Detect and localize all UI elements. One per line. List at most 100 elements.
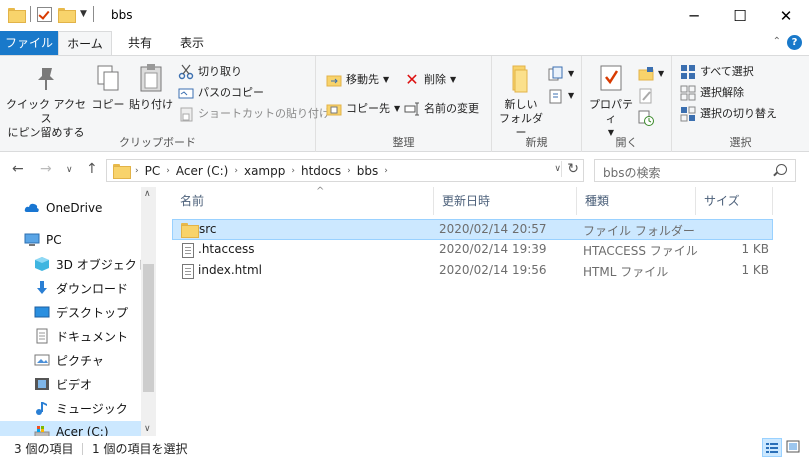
chevron-right-icon[interactable]: ›: [135, 166, 139, 176]
copy-path-label: パスのコピー: [198, 86, 264, 99]
tab-home[interactable]: ホーム: [58, 31, 112, 56]
history-icon: [638, 110, 654, 126]
folder-icon[interactable]: [8, 7, 26, 23]
tab-file[interactable]: ファイル: [0, 31, 58, 55]
paste-shortcut-button[interactable]: ショートカットの貼り付け: [178, 104, 330, 124]
cut-button[interactable]: 切り取り: [178, 62, 242, 82]
address-bar[interactable]: › PC › Acer (C:) › xampp › htdocs › bbs …: [106, 159, 584, 182]
collapse-ribbon-icon[interactable]: ⌃: [773, 36, 781, 47]
column-header-size[interactable]: サイズ: [696, 187, 773, 215]
column-header-name[interactable]: 名前 ^: [172, 186, 434, 215]
easy-access-button[interactable]: ▼: [548, 86, 574, 106]
scroll-down-icon[interactable]: ∨: [144, 424, 151, 434]
tab-share[interactable]: 共有: [118, 31, 162, 55]
copy-path-icon: [178, 85, 194, 101]
chevron-right-icon[interactable]: ›: [166, 166, 170, 176]
file-list: 名前 ^ 更新日時 種類 サイズ src 2020/02/14 20:57 ファ…: [156, 186, 809, 436]
nav-item-pc[interactable]: PC: [24, 229, 62, 251]
breadcrumb-bbs[interactable]: bbs: [357, 164, 379, 178]
nav-scrollbar[interactable]: ∧ ∨: [141, 187, 156, 436]
file-modified: 2020/02/14 19:39: [439, 242, 547, 256]
easy-access-icon: [548, 88, 564, 104]
nav-item-music[interactable]: ミュージック: [34, 397, 128, 419]
chevron-right-icon[interactable]: ›: [291, 166, 295, 176]
address-dropdown-icon[interactable]: ∨: [554, 164, 561, 174]
nav-item-drive-c[interactable]: Acer (C:): [0, 421, 141, 436]
nav-item-3d-objects[interactable]: 3D オブジェクト: [34, 253, 149, 275]
copy-folder-icon: [326, 101, 342, 117]
column-header-label: 更新日時: [442, 194, 491, 208]
chevron-right-icon[interactable]: ›: [384, 166, 388, 176]
title-bar: ▼ bbs ─ ☐ ✕: [0, 0, 809, 31]
clipboard-group-label: クリップボード: [119, 136, 196, 149]
delete-button[interactable]: ✕ 削除 ▼: [404, 70, 456, 90]
copy-button[interactable]: コピー: [90, 62, 126, 112]
file-icon: [182, 264, 194, 279]
nav-item-label: ダウンロード: [56, 281, 129, 296]
nav-item-documents[interactable]: ドキュメント: [34, 325, 128, 347]
rename-icon: [404, 101, 420, 117]
breadcrumb-drive[interactable]: Acer (C:): [176, 164, 229, 178]
select-all-button[interactable]: すべて選択: [680, 62, 754, 82]
edit-button[interactable]: [638, 86, 654, 106]
copy-to-button[interactable]: コピー先 ▼: [326, 99, 400, 119]
maximize-button[interactable]: ☐: [717, 0, 763, 31]
close-button[interactable]: ✕: [763, 0, 809, 31]
large-icons-view-button[interactable]: [784, 438, 804, 457]
chevron-right-icon[interactable]: ›: [347, 166, 351, 176]
back-arrow-icon[interactable]: ←: [12, 161, 24, 177]
file-row-src[interactable]: src 2020/02/14 20:57 ファイル フォルダー: [172, 219, 773, 240]
invert-selection-button[interactable]: 選択の切り替え: [680, 104, 777, 124]
invert-selection-icon: [680, 106, 696, 122]
select-all-icon: [680, 64, 696, 80]
rename-button[interactable]: 名前の変更: [404, 99, 479, 119]
move-to-button[interactable]: 移動先 ▼: [326, 70, 389, 90]
properties-button[interactable]: プロパティ ▼: [584, 62, 638, 140]
column-header-modified[interactable]: 更新日時: [434, 187, 577, 215]
refresh-icon[interactable]: ↻: [561, 161, 579, 177]
nav-item-downloads[interactable]: ダウンロード: [34, 277, 128, 299]
chevron-right-icon[interactable]: ›: [234, 166, 238, 176]
scrollbar-thumb[interactable]: [143, 264, 154, 392]
properties-quick-icon[interactable]: [37, 6, 52, 22]
scroll-up-icon[interactable]: ∧: [144, 189, 151, 199]
paste-icon: [135, 62, 167, 94]
nav-item-label: ピクチャ: [56, 353, 104, 368]
nav-item-desktop[interactable]: デスクトップ: [34, 301, 128, 323]
open-button[interactable]: ▼: [638, 64, 664, 84]
cloud-icon: [24, 200, 40, 216]
breadcrumb-htdocs[interactable]: htdocs: [301, 164, 341, 178]
select-none-button[interactable]: 選択解除: [680, 83, 744, 103]
new-folder-quick-icon[interactable]: [58, 7, 76, 23]
new-folder-button[interactable]: 新しい フォルダー: [496, 62, 546, 140]
details-view-button[interactable]: [762, 438, 782, 457]
nav-item-onedrive[interactable]: OneDrive: [24, 197, 102, 219]
new-item-icon: [548, 66, 564, 82]
pin-quick-access-button[interactable]: クイック アクセス にピン留めする: [6, 62, 86, 140]
music-icon: [34, 400, 50, 416]
customize-toolbar-icon[interactable]: ▼: [80, 9, 87, 19]
up-arrow-icon[interactable]: ↑: [86, 161, 98, 177]
breadcrumb-pc[interactable]: PC: [145, 164, 161, 178]
search-input[interactable]: bbsの検索: [594, 159, 796, 182]
pin-label-line1: クイック アクセス: [6, 98, 86, 125]
help-icon[interactable]: ?: [787, 35, 802, 50]
file-type: ファイル フォルダー: [583, 224, 695, 238]
cube-icon: [34, 256, 50, 272]
copy-path-button[interactable]: パスのコピー: [178, 83, 264, 103]
nav-item-pictures[interactable]: ピクチャ: [34, 349, 104, 371]
nav-item-videos[interactable]: ビデオ: [34, 373, 92, 395]
paste-button[interactable]: 貼り付け: [128, 62, 174, 112]
file-row-htaccess[interactable]: .htaccess 2020/02/14 19:39 HTACCESS ファイル…: [172, 240, 773, 261]
recent-locations-icon[interactable]: ∨: [66, 165, 73, 175]
forward-arrow-icon[interactable]: →: [40, 161, 52, 177]
file-modified: 2020/02/14 19:56: [439, 263, 547, 277]
minimize-button[interactable]: ─: [671, 0, 717, 31]
breadcrumb-xampp[interactable]: xampp: [244, 164, 285, 178]
column-header-type[interactable]: 種類: [577, 187, 696, 215]
history-button[interactable]: [638, 108, 654, 128]
new-item-button[interactable]: ▼: [548, 64, 574, 84]
tab-view[interactable]: 表示: [170, 31, 214, 55]
column-header-label: 名前: [180, 194, 205, 208]
file-row-index-html[interactable]: index.html 2020/02/14 19:56 HTML ファイル 1 …: [172, 261, 773, 282]
